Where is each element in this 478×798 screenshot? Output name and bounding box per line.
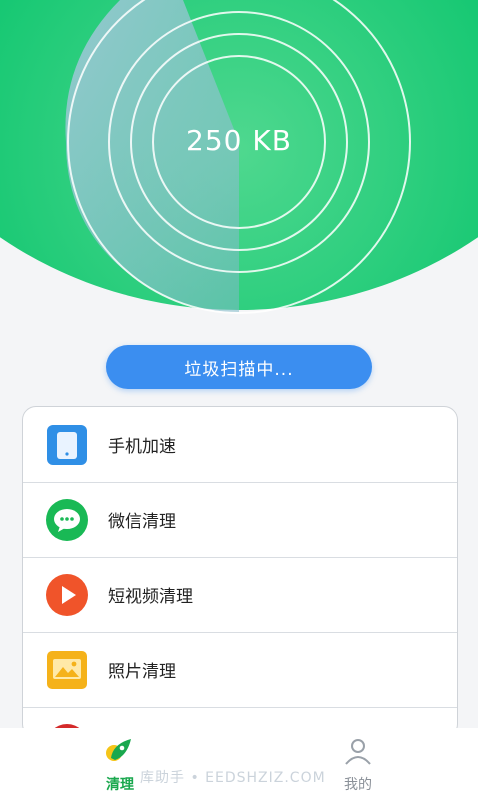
scan-size-value: 250 KB: [186, 124, 292, 157]
play-video-icon: [46, 574, 88, 616]
user-icon: [345, 739, 371, 765]
tab-label: 我的: [344, 777, 372, 793]
scanner-hero: 250 KB: [0, 0, 478, 330]
feature-list: 手机加速 微信清理 短视频清理 照片清理: [22, 406, 458, 738]
bottom-tab-bar: 清理 我的: [0, 728, 478, 798]
wechat-icon: [46, 499, 88, 541]
feature-item-photo-clean[interactable]: 照片清理: [23, 632, 457, 708]
feature-label: 微信清理: [108, 512, 176, 532]
feature-label: 照片清理: [108, 662, 176, 682]
watermark-text: 库助手 • EEDSHZIZ.COM: [140, 770, 326, 786]
scan-status-button[interactable]: 垃圾扫描中...: [106, 345, 372, 389]
feature-item-wechat-clean[interactable]: 微信清理: [23, 482, 457, 558]
rocket-icon: [106, 739, 131, 761]
feature-label: 短视频清理: [108, 587, 193, 607]
feature-label: 手机加速: [108, 437, 176, 457]
feature-item-short-video-clean[interactable]: 短视频清理: [23, 557, 457, 633]
feature-item-phone-boost[interactable]: 手机加速: [23, 407, 457, 483]
radar-graphic: [65, 0, 411, 314]
tab-mine[interactable]: 我的: [318, 736, 398, 794]
phone-boost-icon: [47, 425, 87, 465]
photo-icon: [47, 651, 87, 689]
